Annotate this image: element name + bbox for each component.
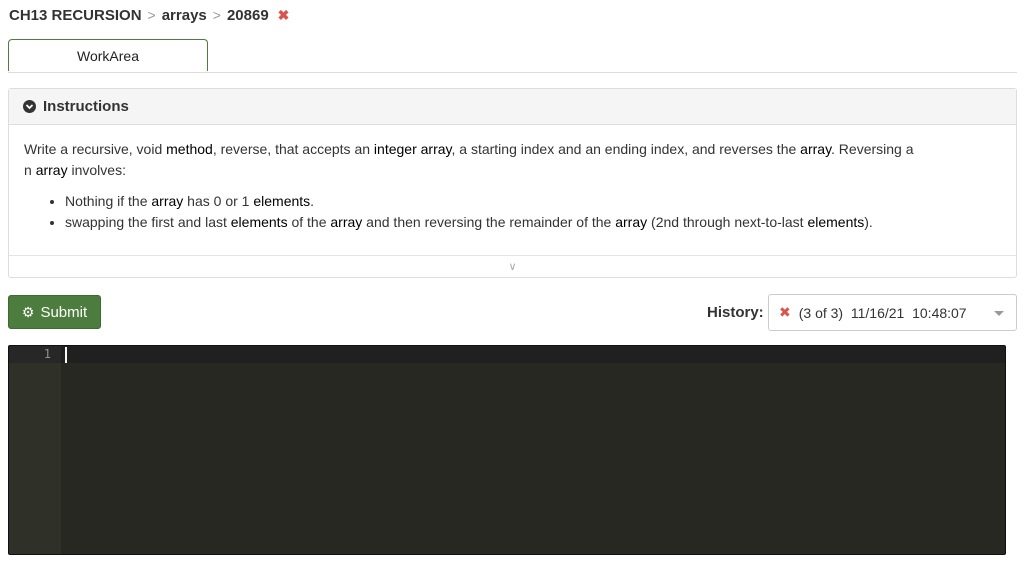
breadcrumb-chapter[interactable]: CH13 RECURSION <box>9 7 142 24</box>
instruction-text: , a starting index and an ending index, … <box>451 141 801 157</box>
instruction-keyword: array <box>151 193 184 209</box>
tab-workarea[interactable]: WorkArea <box>8 39 208 71</box>
instruction-keyword: array <box>35 162 68 178</box>
instruction-text: swapping the first and last <box>65 214 231 230</box>
instruction-text: Write a recursive, void <box>24 141 167 157</box>
instruction-text: and then reversing the remainder of the <box>362 214 616 230</box>
submit-button[interactable]: ⚙ Submit <box>8 295 101 329</box>
instructions-panel: Instructions Write a recursive, void met… <box>8 88 1017 278</box>
instruction-keyword: method <box>166 141 213 157</box>
instruction-keyword: array <box>615 214 648 230</box>
line-number: 1 <box>43 347 51 361</box>
instruction-text: Nothing if the <box>65 193 152 209</box>
incorrect-x-icon: ✖ <box>277 6 290 23</box>
breadcrumb-topic[interactable]: arrays <box>162 7 207 24</box>
instruction-text: . Reversing a <box>831 141 914 157</box>
tab-bar: WorkArea <box>8 39 1017 73</box>
chevron-down-circle-icon <box>23 100 36 113</box>
history-label: History: <box>707 304 764 321</box>
breadcrumb-exercise: 20869 <box>226 6 269 24</box>
instructions-body: Write a recursive, void method, reverse,… <box>9 125 1016 257</box>
instruction-text: n <box>24 162 36 178</box>
instruction-keyword: elements <box>253 193 311 209</box>
instruction-text: . <box>310 193 315 209</box>
history-selected-value: (3 of 3) 11/16/21 10:48:07 <box>798 304 967 321</box>
instructions-toggle[interactable]: Instructions <box>9 89 1016 125</box>
instruction-text: (2nd through next-to-last <box>647 214 808 230</box>
instruction-keyword: array <box>330 214 363 230</box>
caret-down-icon <box>994 311 1004 316</box>
instruction-text: , reverse, that accepts an <box>212 141 374 157</box>
breadcrumb: CH13 RECURSION > arrays > 20869 ✖ <box>9 6 289 24</box>
breadcrumb-separator: > <box>147 7 156 23</box>
instruction-keyword: elements <box>807 214 865 230</box>
instructions-title: Instructions <box>43 98 129 115</box>
instructions-list: Nothing if the array has 0 or 1 elements… <box>24 191 1001 233</box>
instructions-paragraph: Write a recursive, void method, reverse,… <box>24 139 1001 181</box>
instruction-text: has 0 or 1 <box>183 193 254 209</box>
incorrect-x-icon: ✖ <box>779 304 791 320</box>
gear-icon: ⚙ <box>21 303 35 320</box>
instruction-keyword: elements <box>230 214 288 230</box>
code-editor[interactable]: 1 <box>8 345 1006 555</box>
breadcrumb-separator: > <box>212 7 221 23</box>
history-select[interactable]: ✖ (3 of 3) 11/16/21 10:48:07 <box>768 294 1017 331</box>
instruction-bullet: Nothing if the array has 0 or 1 elements… <box>65 191 1001 212</box>
editor-gutter <box>9 346 61 554</box>
instruction-keyword: integer array <box>373 141 452 157</box>
active-line-highlight <box>61 346 1005 363</box>
instruction-keyword: array <box>800 141 832 157</box>
instruction-text: involves: <box>67 162 126 178</box>
text-cursor <box>65 347 67 363</box>
instruction-text: of the <box>287 214 331 230</box>
expand-chevron-icon[interactable]: ∨ <box>9 255 1016 277</box>
instruction-bullet: swapping the first and last elements of … <box>65 212 1001 233</box>
instruction-text: ). <box>864 214 873 230</box>
submit-label: Submit <box>40 303 88 321</box>
